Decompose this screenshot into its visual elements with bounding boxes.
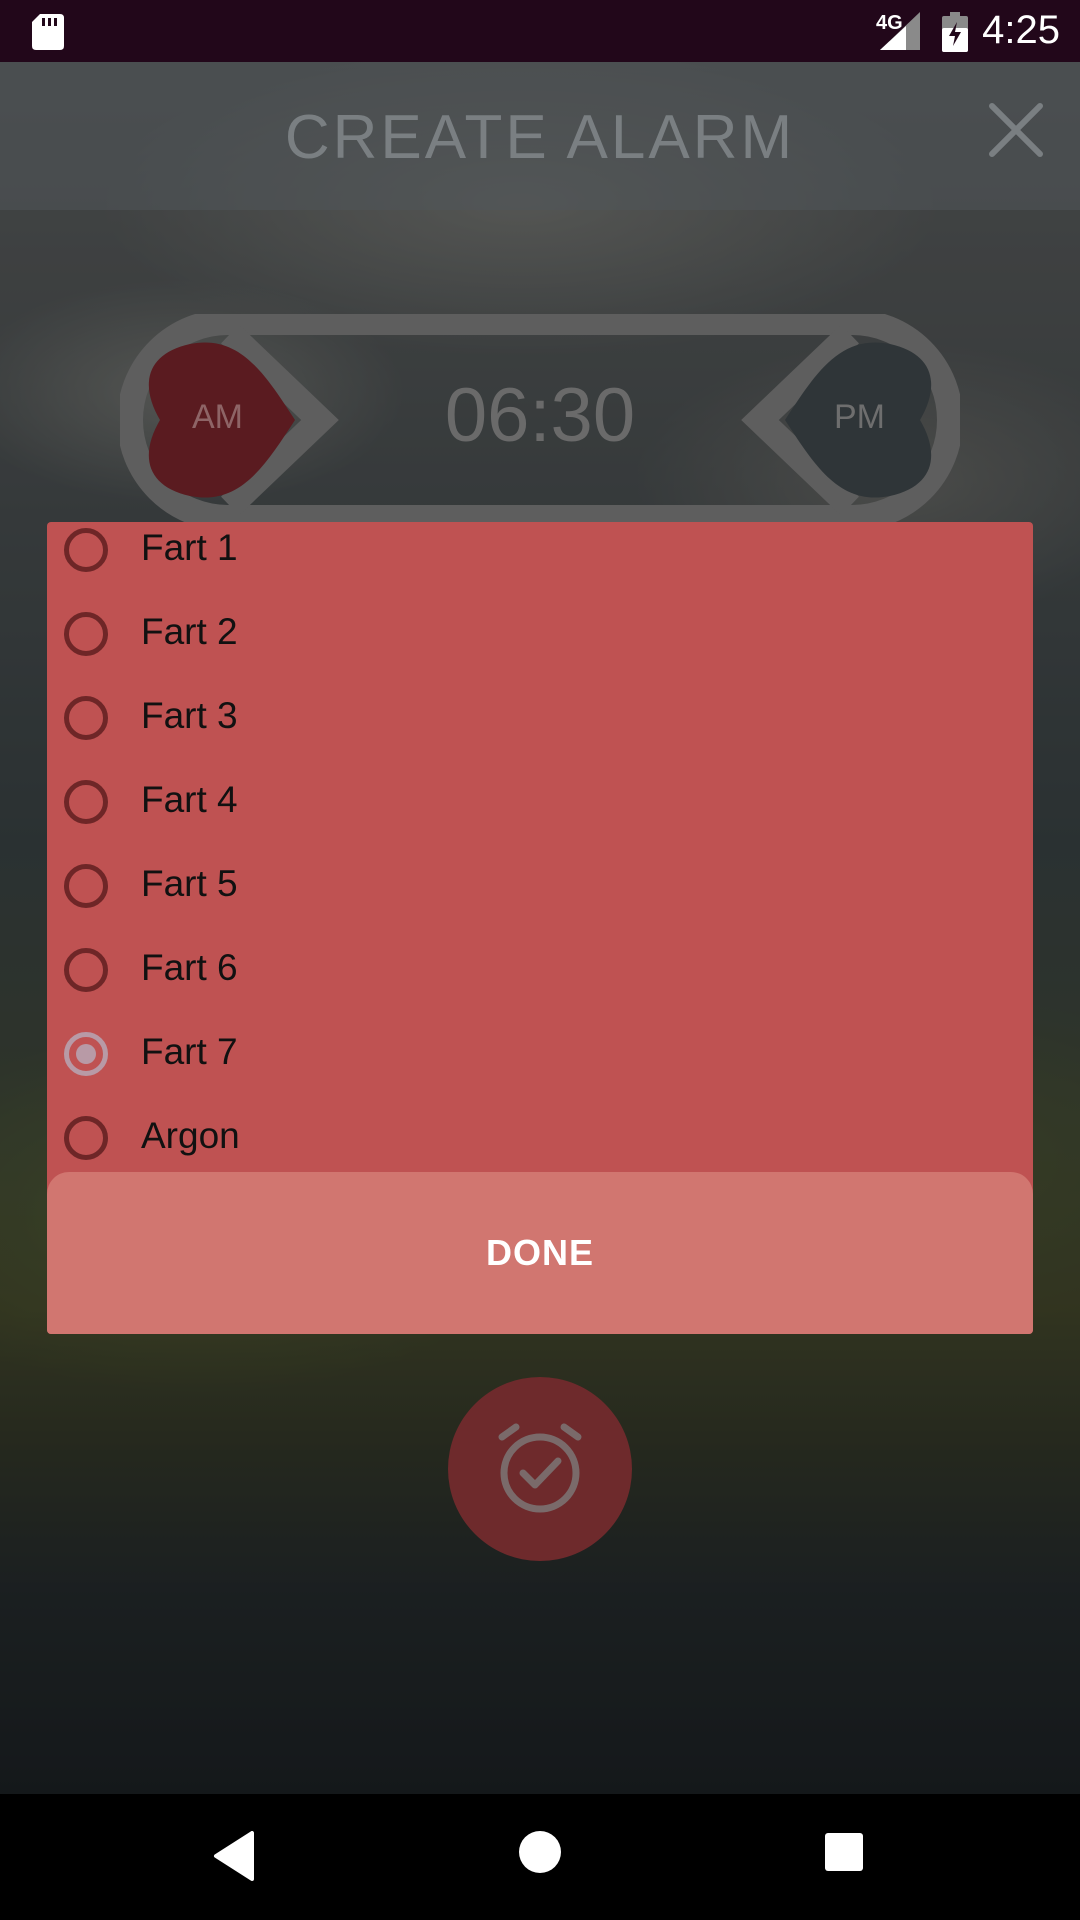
page-title: CREATE ALARM [284, 103, 796, 172]
recents-icon[interactable] [824, 1832, 864, 1877]
am-toggle[interactable]: AM [192, 398, 243, 437]
alarm-check-icon [498, 1423, 582, 1513]
radio-button[interactable] [64, 948, 108, 992]
radio-button[interactable] [64, 780, 108, 824]
done-button[interactable]: DONE [47, 1172, 1033, 1334]
navigation-bar [0, 1794, 1080, 1920]
save-alarm-button[interactable] [448, 1377, 632, 1561]
sound-label: Fart 1 [141, 527, 238, 568]
radio-button[interactable] [64, 1116, 108, 1160]
status-clock: 4:25 [982, 8, 1060, 52]
sound-label: Fart 7 [141, 1031, 238, 1072]
signal-icon [880, 12, 920, 55]
list-item[interactable]: Fart 5 [47, 849, 1033, 933]
sound-label: Fart 5 [141, 863, 238, 904]
app-header: CREATE ALARM [0, 62, 1080, 210]
list-item[interactable]: Fart 7 [47, 1017, 1033, 1101]
sound-label: Fart 4 [141, 779, 238, 820]
radio-button[interactable] [64, 696, 108, 740]
list-item[interactable]: Fart 6 [47, 933, 1033, 1017]
radio-button[interactable] [64, 528, 108, 572]
sound-label: Fart 2 [141, 611, 238, 652]
sound-label: Fart 3 [141, 695, 238, 736]
sound-list[interactable]: Fart 1 Fart 2 Fart 3 Fart 4 Fart 5 Fart … [47, 522, 1033, 1174]
list-item[interactable]: Fart 4 [47, 765, 1033, 849]
radio-button[interactable] [64, 612, 108, 656]
sound-label: Fart 6 [141, 947, 238, 988]
list-item[interactable]: Fart 3 [47, 681, 1033, 765]
battery-charging-icon [942, 12, 968, 57]
back-icon[interactable] [212, 1831, 256, 1886]
screen: 4G 4:25 CREATE ALARM 06:30 AM PM Fart 1 … [0, 0, 1080, 1920]
home-icon[interactable] [518, 1830, 562, 1879]
alarm-time[interactable]: 06:30 [0, 372, 1080, 459]
status-bar: 4G 4:25 [0, 0, 1080, 62]
dialog-footer: DONE [47, 1172, 1033, 1334]
list-item[interactable]: Fart 1 [47, 522, 1033, 597]
pm-toggle[interactable]: PM [834, 398, 885, 437]
list-item[interactable]: Argon [47, 1101, 1033, 1174]
radio-button[interactable] [64, 864, 108, 908]
list-item[interactable]: Fart 2 [47, 597, 1033, 681]
sound-label: Argon [141, 1115, 240, 1156]
sd-card-icon [32, 14, 64, 55]
radio-button-selected[interactable] [64, 1032, 108, 1076]
sound-picker-dialog: Fart 1 Fart 2 Fart 3 Fart 4 Fart 5 Fart … [47, 522, 1033, 1334]
close-icon[interactable] [988, 102, 1044, 163]
